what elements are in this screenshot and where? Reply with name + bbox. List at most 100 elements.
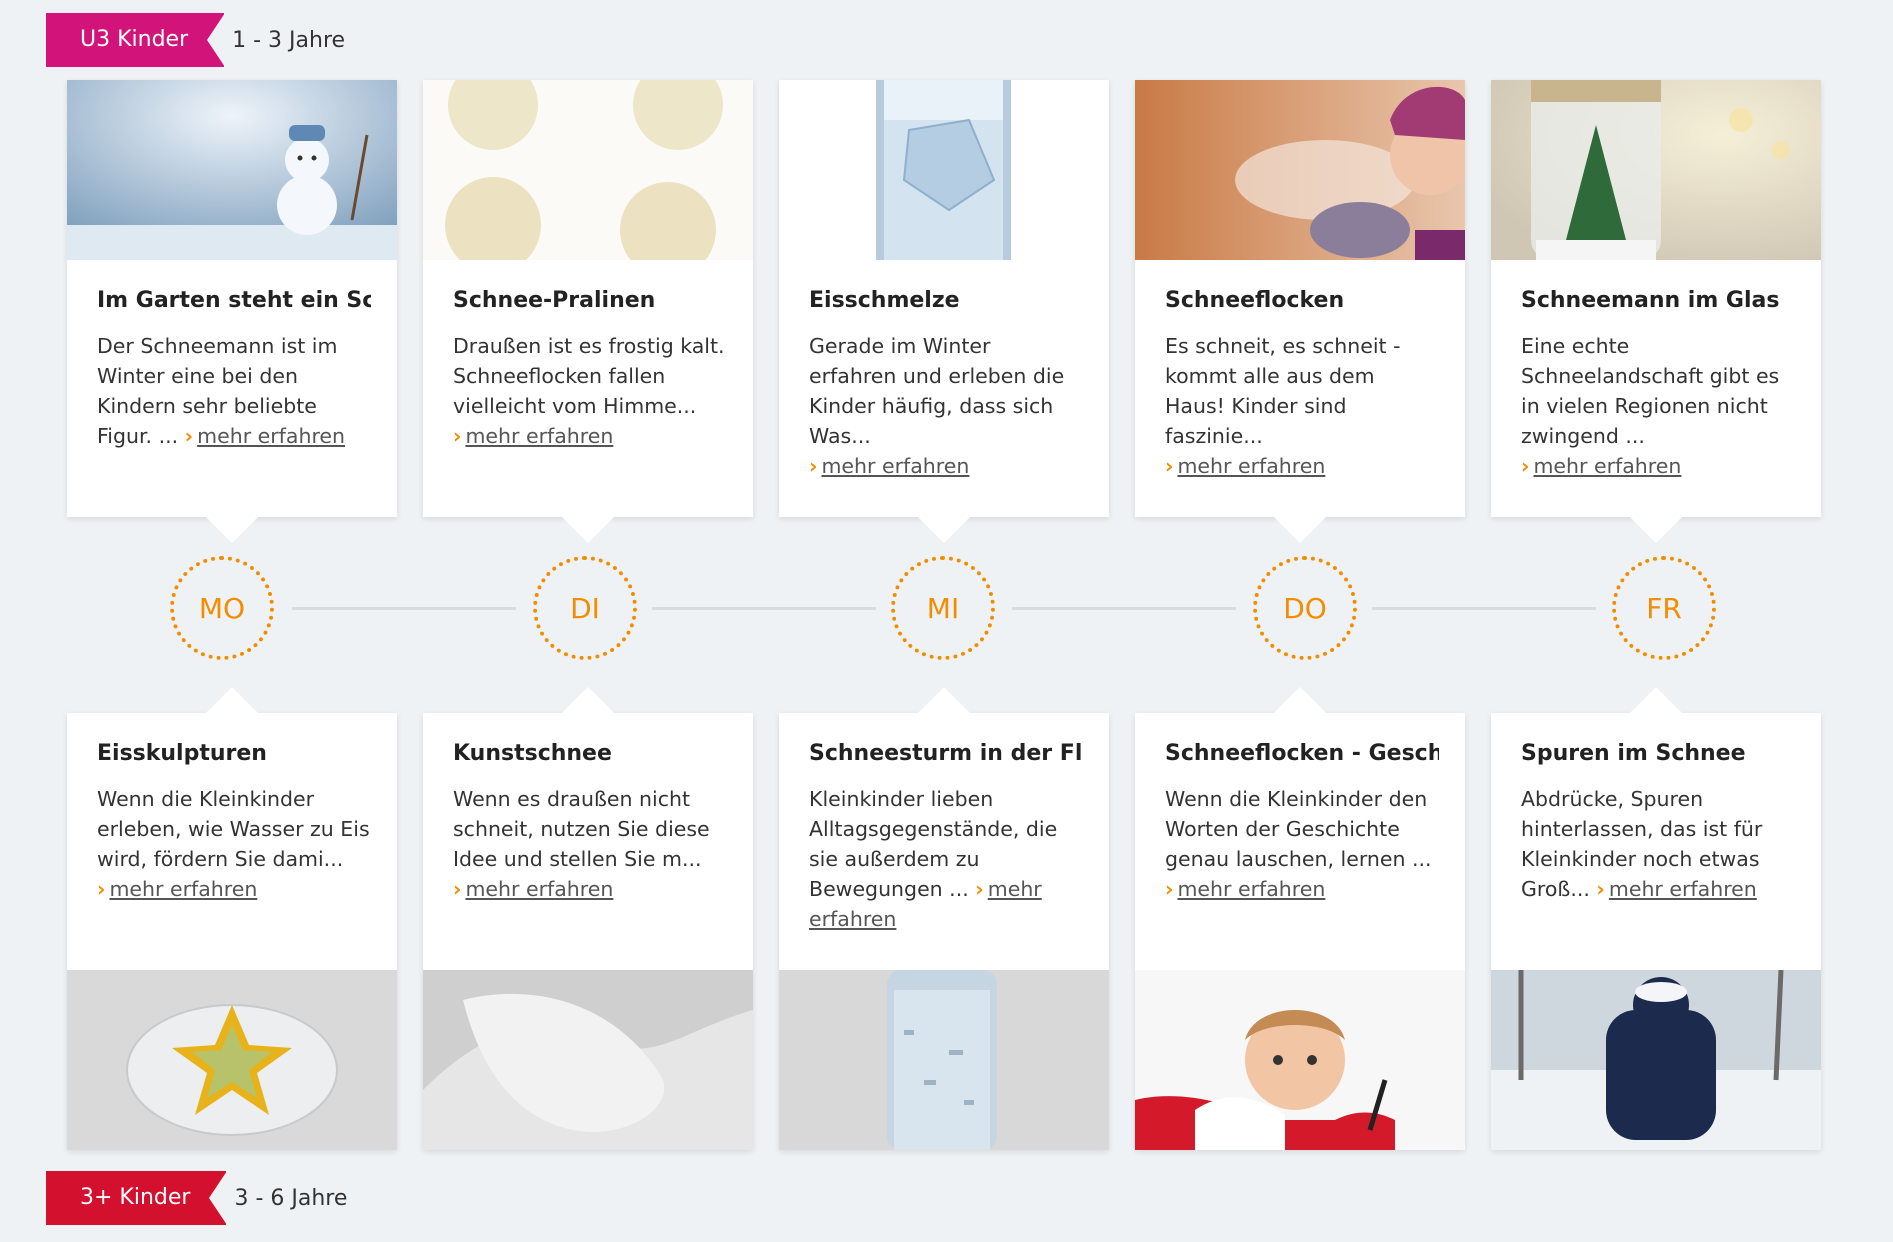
card-body: Schneemann im Glas Eine echte Schneeland… (1521, 288, 1795, 481)
mehr-erfahren-link[interactable]: mehr erfahren (465, 877, 613, 901)
card-description: Gerade im Winter erfahren und erleben di… (809, 334, 1065, 448)
card-pointer (1274, 687, 1326, 713)
snow-bottle-photo (779, 970, 1109, 1150)
card-pointer (918, 517, 970, 543)
card-body: Im Garten steht ein Sc... Der Schneemann… (97, 288, 371, 451)
card-text: Kleinkinder lieben Alltagsgegenstände, d… (809, 784, 1083, 934)
activity-card[interactable]: Schneeflocken - Gesch... Wenn die Kleink… (1135, 687, 1465, 1150)
card-description: Eine echte Schneelandschaft gibt es in v… (1521, 334, 1780, 448)
mehr-erfahren-link[interactable]: mehr erfahren (197, 424, 345, 448)
card-text: Wenn die Kleinkinder den Worten der Gesc… (1165, 784, 1439, 904)
coconut-pralines-photo (423, 80, 753, 260)
card-body: Schneeflocken - Gesch... Wenn die Kleink… (1165, 741, 1439, 904)
3plus-age-banner: 3+ Kinder 3 - 6 Jahre (46, 1171, 347, 1225)
card-text: Es schneit, es schneit - kommt alle aus … (1165, 331, 1439, 481)
card-title[interactable]: Im Garten steht ein Sc... (97, 288, 371, 313)
card-pointer (206, 687, 258, 713)
card-pointer (1630, 687, 1682, 713)
card-text: Abdrücke, Spuren hinterlassen, das ist f… (1521, 784, 1795, 904)
card-body: Schneeflocken Es schneit, es schneit - k… (1165, 288, 1439, 481)
activity-card[interactable]: Eisskulpturen Wenn die Kleinkinder erleb… (67, 687, 397, 1150)
chevron-right-icon: › (1165, 877, 1174, 901)
u3-age-banner: U3 Kinder 1 - 3 Jahre (46, 13, 345, 67)
card-text: Draußen ist es frostig kalt. Schneeflock… (453, 331, 727, 451)
card-description: Wenn es draußen nicht schneit, nutzen Si… (453, 787, 710, 871)
3plus-age-range: 3 - 6 Jahre (234, 1185, 348, 1211)
child-blowing-snow-photo (1135, 80, 1465, 260)
card-title[interactable]: Schneeflocken - Gesch... (1165, 741, 1439, 766)
activity-card[interactable]: Spuren im Schnee Abdrücke, Spuren hinter… (1491, 687, 1821, 1150)
chevron-right-icon: › (453, 877, 462, 901)
card-title[interactable]: Kunstschnee (453, 741, 727, 766)
mehr-erfahren-link[interactable]: mehr erfahren (1177, 877, 1325, 901)
snowman-photo (67, 80, 397, 260)
activity-card[interactable]: Schnee-Pralinen Draußen ist es frostig k… (423, 80, 753, 543)
card-description: Es schneit, es schneit - kommt alle aus … (1165, 334, 1401, 448)
card-text: Eine echte Schneelandschaft gibt es in v… (1521, 331, 1795, 481)
activity-card[interactable]: Schneesturm in der Fla... Kleinkinder li… (779, 687, 1109, 1150)
u3-age-range: 1 - 3 Jahre (232, 27, 346, 53)
card-pointer (918, 687, 970, 713)
card-title[interactable]: Spuren im Schnee (1521, 741, 1795, 766)
chevron-right-icon: › (1165, 454, 1174, 478)
card-title[interactable]: Eisschmelze (809, 288, 1083, 313)
card-title[interactable]: Schneemann im Glas (1521, 288, 1795, 313)
activity-card[interactable]: Kunstschnee Wenn es draußen nicht schnei… (423, 687, 753, 1150)
mehr-erfahren-link[interactable]: mehr erfahren (1533, 454, 1681, 478)
chevron-right-icon: › (809, 454, 818, 478)
child-snow-forest-photo (1491, 970, 1821, 1150)
activity-card[interactable]: Im Garten steht ein Sc... Der Schneemann… (67, 80, 397, 543)
u3-kinder-tag[interactable]: U3 Kinder (46, 13, 226, 67)
chevron-right-icon: › (975, 877, 984, 901)
card-description: Draußen ist es frostig kalt. Schneeflock… (453, 334, 725, 418)
chevron-right-icon: › (184, 424, 194, 448)
chevron-right-icon: › (1521, 454, 1530, 478)
chevron-right-icon: › (453, 424, 462, 448)
day-badge-mi[interactable]: MI (891, 556, 995, 660)
artificial-snow-photo (423, 970, 753, 1150)
timeline-line (652, 607, 876, 610)
card-pointer (562, 517, 614, 543)
card-title[interactable]: Schnee-Pralinen (453, 288, 727, 313)
day-badge-di[interactable]: DI (533, 556, 637, 660)
day-badge-mo[interactable]: MO (170, 556, 274, 660)
mehr-erfahren-link[interactable]: mehr erfahren (109, 877, 257, 901)
card-text: Wenn es draußen nicht schneit, nutzen Si… (453, 784, 727, 904)
card-pointer (206, 517, 258, 543)
snow-globe-tree-photo (1491, 80, 1821, 260)
card-body: Schnee-Pralinen Draußen ist es frostig k… (453, 288, 727, 451)
chevron-right-icon: › (97, 877, 106, 901)
card-body: Kunstschnee Wenn es draußen nicht schnei… (453, 741, 727, 904)
card-title[interactable]: Schneeflocken (1165, 288, 1439, 313)
timeline-line (292, 607, 516, 610)
card-body: Eisskulpturen Wenn die Kleinkinder erleb… (97, 741, 371, 904)
mehr-erfahren-link[interactable]: mehr erfahren (465, 424, 613, 448)
day-badge-do[interactable]: DO (1253, 556, 1357, 660)
activity-card[interactable]: Schneeflocken Es schneit, es schneit - k… (1135, 80, 1465, 543)
ice-glass-photo (779, 80, 1109, 260)
activity-card[interactable]: Eisschmelze Gerade im Winter erfahren un… (779, 80, 1109, 543)
timeline-line (1372, 607, 1596, 610)
card-pointer (562, 687, 614, 713)
card-body: Schneesturm in der Fla... Kleinkinder li… (809, 741, 1083, 934)
card-body: Eisschmelze Gerade im Winter erfahren un… (809, 288, 1083, 481)
card-description: Wenn die Kleinkinder erleben, wie Wasser… (97, 787, 370, 871)
card-text: Der Schneemann ist im Winter eine bei de… (97, 331, 371, 451)
day-badge-fr[interactable]: FR (1612, 556, 1716, 660)
card-pointer (1630, 517, 1682, 543)
card-body: Spuren im Schnee Abdrücke, Spuren hinter… (1521, 741, 1795, 904)
card-title[interactable]: Eisskulpturen (97, 741, 371, 766)
card-text: Gerade im Winter erfahren und erleben di… (809, 331, 1083, 481)
mehr-erfahren-link[interactable]: mehr erfahren (821, 454, 969, 478)
timeline-line (1012, 607, 1236, 610)
star-ice-mold-photo (67, 970, 397, 1150)
card-title[interactable]: Schneesturm in der Fla... (809, 741, 1083, 766)
card-description: Wenn die Kleinkinder den Worten der Gesc… (1165, 787, 1432, 871)
mehr-erfahren-link[interactable]: mehr erfahren (1177, 454, 1325, 478)
card-pointer (1274, 517, 1326, 543)
card-text: Wenn die Kleinkinder erleben, wie Wasser… (97, 784, 371, 904)
activity-card[interactable]: Schneemann im Glas Eine echte Schneeland… (1491, 80, 1821, 543)
baby-in-snow-photo (1135, 970, 1465, 1150)
mehr-erfahren-link[interactable]: mehr erfahren (1609, 877, 1757, 901)
3plus-kinder-tag[interactable]: 3+ Kinder (46, 1171, 228, 1225)
